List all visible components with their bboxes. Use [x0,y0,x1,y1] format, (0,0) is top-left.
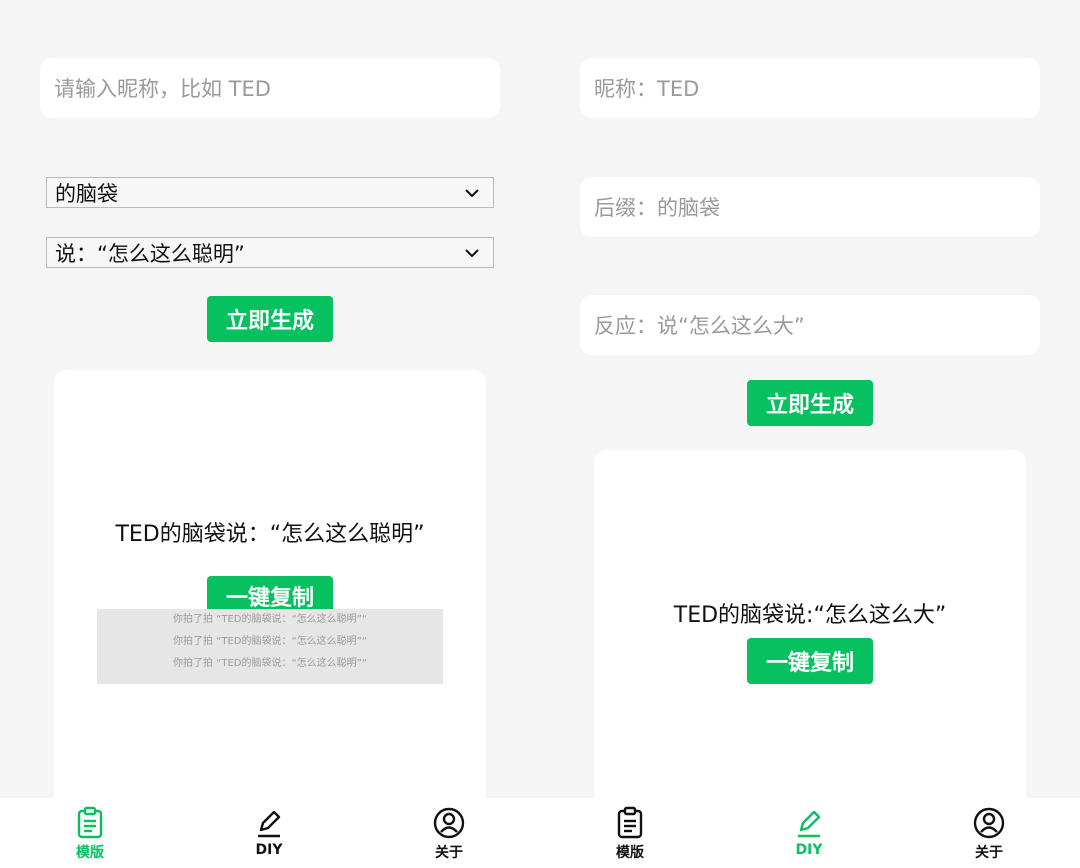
diy-panel: 昵称：TED 后缀：的脑袋 反应：说“怎么这么大” 立即生成 TED的脑袋说:“… [540,0,1080,868]
pat-preview: 你拍了拍 “TED的脑袋说：“怎么这么聪明”“ 你拍了拍 “TED的脑袋说：“怎… [97,609,443,684]
tab-diy[interactable]: DIY [219,798,319,868]
pat-preview-line: 你拍了拍 “TED的脑袋说：“怎么这么聪明”“ [172,614,368,625]
tab-bar: 模版 DIY 关于 模版 DIY 关于 [0,798,1080,868]
template-panel: 请输入昵称，比如 TED 的脑袋 说：“怎么这么聪明” 立即生成 TED的脑袋说… [0,0,540,868]
nickname-value: 昵称：TED [594,77,700,101]
reaction-select[interactable]: 说：“怎么这么聪明” [46,237,494,268]
reaction-field[interactable]: 反应：说“怎么这么大” [580,295,1040,355]
chevron-down-icon [465,189,479,198]
generate-button[interactable]: 立即生成 [207,296,333,342]
tab-label: 关于 [975,845,1003,861]
nickname-placeholder: 请输入昵称，比如 TED [54,77,271,101]
clipboard-icon [617,806,643,839]
reaction-value: 反应：说“怎么这么大” [594,314,805,338]
generate-button[interactable]: 立即生成 [747,380,873,426]
suffix-selected-value: 的脑袋 [55,181,118,206]
reaction-selected-value: 说：“怎么这么聪明” [55,241,245,266]
pat-preview-line: 你拍了拍 “TED的脑袋说：“怎么这么聪明”“ [172,658,368,669]
user-circle-icon [433,807,465,839]
result-text: TED的脑袋说:“怎么这么大” [673,603,947,628]
tab-diy[interactable]: DIY [759,798,859,868]
suffix-select[interactable]: 的脑袋 [46,177,494,208]
chevron-down-icon [465,249,479,258]
suffix-value: 后缀：的脑袋 [594,196,720,220]
tab-label: 模版 [616,845,644,861]
tab-about[interactable]: 关于 [399,798,499,868]
suffix-field[interactable]: 后缀：的脑袋 [580,177,1040,237]
tab-label: 关于 [435,845,463,861]
result-card: TED的脑袋说：“怎么这么聪明” 一键复制 你拍了拍 “TED的脑袋说：“怎么这… [54,370,486,810]
user-circle-icon [973,807,1005,839]
tab-label: DIY [795,842,823,858]
clipboard-icon [77,806,103,839]
pat-preview-line: 你拍了拍 “TED的脑袋说：“怎么这么聪明”“ [172,636,368,647]
pencil-icon [798,810,821,838]
tab-about[interactable]: 关于 [939,798,1039,868]
result-card: TED的脑袋说:“怎么这么大” 一键复制 [594,450,1026,810]
tab-label: DIY [255,842,283,858]
result-text: TED的脑袋说：“怎么这么聪明” [115,522,425,547]
tab-label: 模版 [76,845,104,861]
tab-template[interactable]: 模版 [40,798,140,868]
nickname-input[interactable]: 请输入昵称，比如 TED [40,58,500,118]
nickname-field[interactable]: 昵称：TED [580,58,1040,118]
copy-button[interactable]: 一键复制 [747,638,873,684]
tab-template[interactable]: 模版 [580,798,680,868]
pencil-icon [258,810,281,838]
